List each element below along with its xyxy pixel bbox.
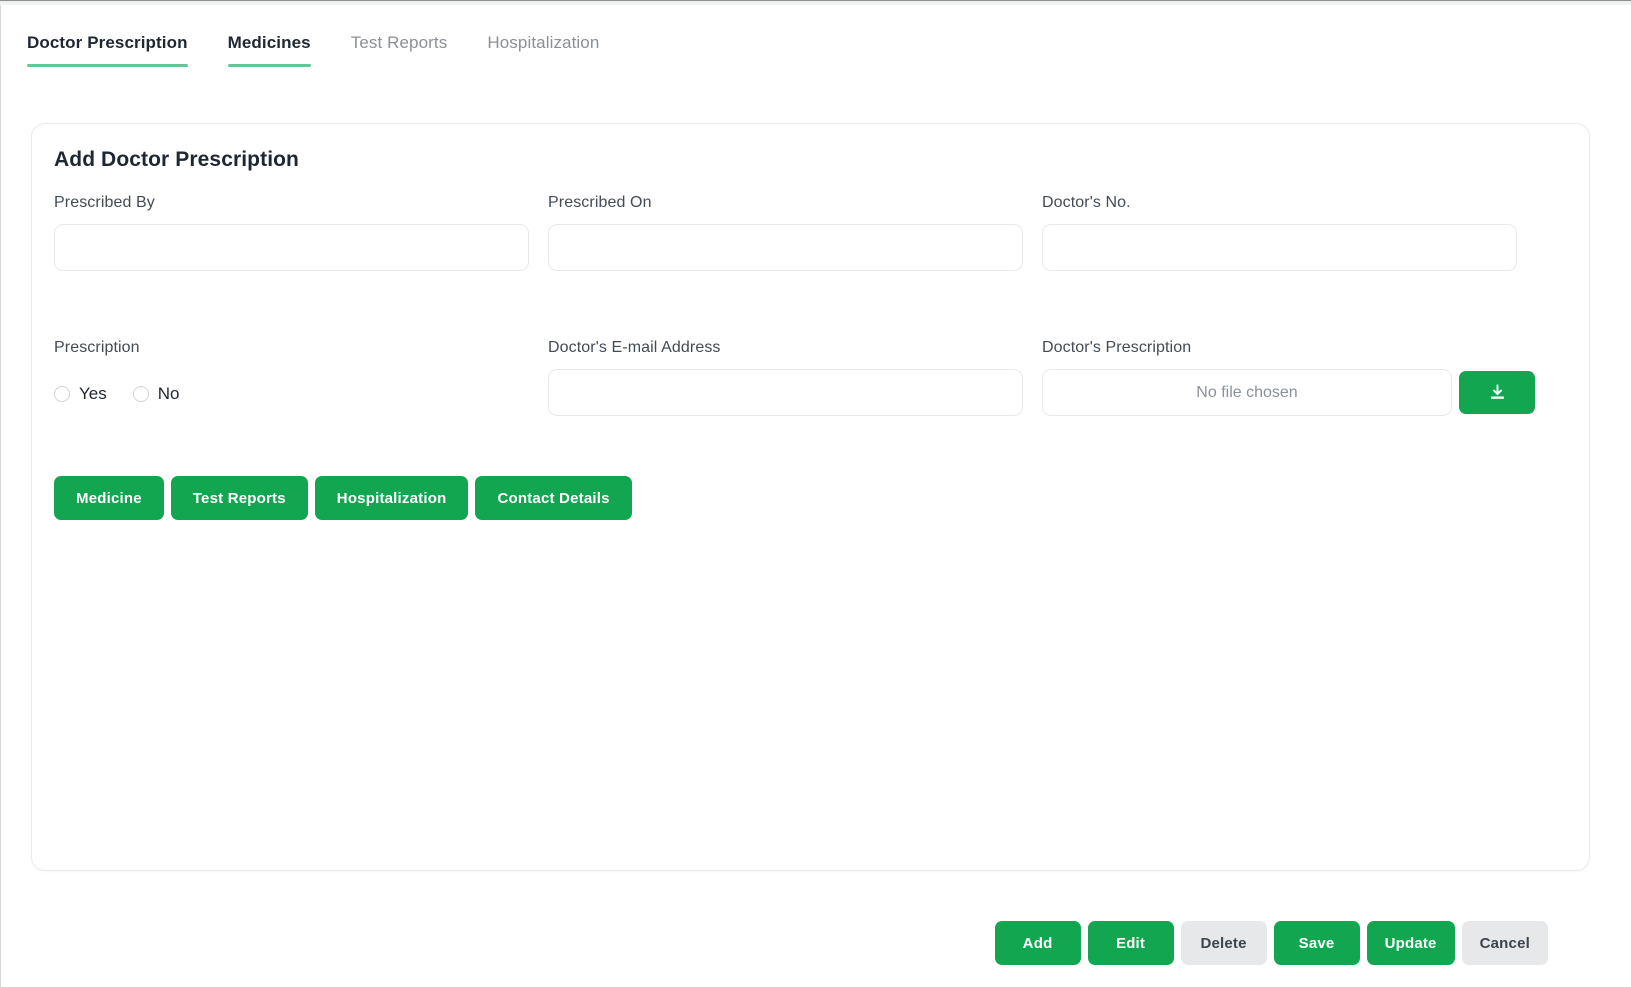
row-spacer bbox=[54, 271, 548, 339]
field-label: Prescription bbox=[54, 339, 140, 356]
edit-button[interactable]: Edit bbox=[1087, 921, 1174, 965]
field-prescribed-by: Prescribed By bbox=[54, 194, 548, 271]
tab-test-reports[interactable]: Test Reports bbox=[331, 33, 468, 67]
test-reports-button[interactable]: Test Reports bbox=[170, 476, 308, 520]
cancel-button[interactable]: Cancel bbox=[1461, 921, 1548, 965]
delete-button[interactable]: Delete bbox=[1180, 921, 1267, 965]
tab-label: Medicines bbox=[227, 33, 311, 52]
field-label: Prescribed On bbox=[548, 194, 652, 211]
tab-medicines[interactable]: Medicines bbox=[208, 33, 331, 67]
row-spacer bbox=[548, 271, 1042, 339]
radio-option-no[interactable]: No bbox=[132, 383, 180, 404]
radio-label: Yes bbox=[79, 383, 107, 403]
save-button[interactable]: Save bbox=[1273, 921, 1360, 965]
tab-hospitalization[interactable]: Hospitalization bbox=[467, 33, 619, 67]
medicine-button[interactable]: Medicine bbox=[54, 476, 164, 520]
field-label: Doctor's No. bbox=[1042, 194, 1131, 211]
prescribed-by-input[interactable] bbox=[54, 224, 529, 271]
field-label: Prescribed By bbox=[54, 194, 155, 211]
hospitalization-button[interactable]: Hospitalization bbox=[314, 476, 469, 520]
field-prescribed-on: Prescribed On bbox=[548, 194, 1042, 271]
prescribed-on-input[interactable] bbox=[548, 224, 1023, 271]
tab-label: Hospitalization bbox=[487, 33, 600, 52]
download-icon bbox=[1488, 383, 1507, 402]
row-spacer bbox=[1042, 271, 1536, 339]
field-label: Doctor's E-mail Address bbox=[548, 339, 721, 356]
field-doctors-prescription: Doctor's Prescription No file chosen bbox=[1042, 339, 1536, 416]
section-button-group: Medicine Test Reports Hospitalization Co… bbox=[54, 476, 632, 520]
prescription-card: Add Doctor Prescription Prescribed By Pr… bbox=[31, 123, 1590, 871]
page-container: Doctor Prescription Medicines Test Repor… bbox=[0, 5, 1631, 987]
tab-label: Test Reports bbox=[350, 33, 448, 52]
file-status-display[interactable]: No file chosen bbox=[1042, 369, 1452, 416]
doctors-email-input[interactable] bbox=[548, 369, 1023, 416]
prescription-form: Prescribed By Prescribed On Doctor's No.… bbox=[54, 194, 1567, 416]
radio-circle-icon bbox=[132, 385, 149, 402]
field-doctors-email: Doctor's E-mail Address bbox=[548, 339, 1042, 416]
radio-label: No bbox=[157, 383, 180, 403]
tab-bar: Doctor Prescription Medicines Test Repor… bbox=[27, 33, 619, 67]
contact-details-button[interactable]: Contact Details bbox=[475, 476, 632, 520]
radio-option-yes[interactable]: Yes bbox=[54, 384, 107, 404]
field-doctors-no: Doctor's No. bbox=[1042, 194, 1536, 271]
card-title: Add Doctor Prescription bbox=[54, 148, 299, 171]
field-prescription: Prescription Yes No bbox=[54, 339, 548, 416]
add-button[interactable]: Add bbox=[994, 921, 1081, 965]
file-upload-row: No file chosen bbox=[1042, 369, 1536, 416]
tab-label: Doctor Prescription bbox=[27, 33, 188, 52]
file-upload-button[interactable] bbox=[1459, 371, 1535, 414]
footer-action-bar: Add Edit Delete Save Update Cancel bbox=[1, 921, 1590, 965]
radio-circle-icon bbox=[54, 385, 70, 402]
tab-doctor-prescription[interactable]: Doctor Prescription bbox=[27, 33, 208, 67]
update-button[interactable]: Update bbox=[1366, 921, 1455, 965]
field-label: Doctor's Prescription bbox=[1042, 339, 1192, 356]
prescription-radio-group: Yes No bbox=[54, 369, 548, 416]
doctors-no-input[interactable] bbox=[1042, 224, 1517, 271]
